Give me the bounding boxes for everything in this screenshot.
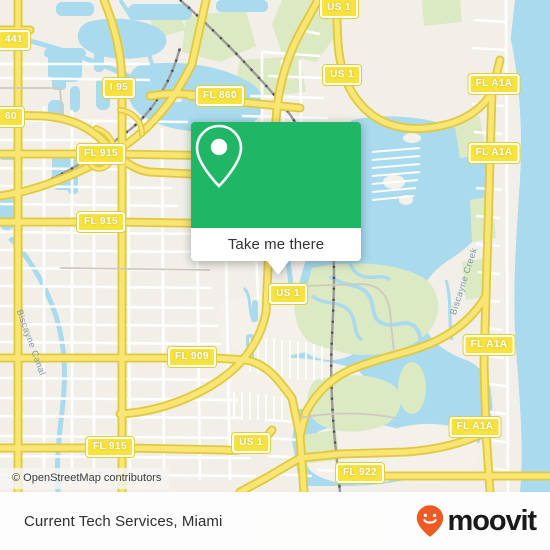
road-shield: 441 — [0, 30, 30, 50]
footer-bar: Current Tech Services, Miami moovit — [0, 492, 550, 550]
place-title: Current Tech Services, Miami — [24, 512, 223, 530]
road-shield: 60 — [0, 107, 24, 127]
road-shield: FL 915 — [77, 144, 125, 164]
map-screenshot: 441 I 95 FL 860 60 US 1 US 1 FL A1A FL 915 FL A1… — [0, 0, 550, 550]
map-canvas[interactable]: 441 I 95 FL 860 60 US 1 US 1 FL A1A FL 915 FL A1… — [0, 0, 550, 492]
road-shield: FL 915 — [77, 212, 125, 232]
callout-footer[interactable]: Take me there — [191, 228, 361, 261]
road-shield: FL A1A — [468, 143, 520, 163]
take-me-there-label: Take me there — [227, 236, 325, 253]
road-shield: FL 915 — [86, 437, 134, 457]
road-shield: FL 922 — [336, 463, 384, 483]
osm-attribution[interactable]: © OpenStreetMap contributors — [0, 468, 170, 489]
location-callout-card[interactable]: Take me there — [191, 122, 361, 275]
road-shield: I 95 — [102, 78, 136, 98]
road-shield: FL A1A — [463, 335, 515, 355]
moovit-wordmark: moovit — [447, 504, 538, 537]
road-shield: FL A1A — [468, 74, 520, 94]
road-shield: FL 860 — [196, 86, 244, 106]
callout-pointer — [267, 261, 289, 275]
road-shield: FL 909 — [168, 347, 216, 367]
callout-header — [191, 122, 361, 228]
road-shield: US 1 — [323, 65, 361, 85]
road-shield: FL A1A — [449, 417, 501, 437]
map-pin-icon — [195, 124, 243, 188]
road-shield: US 1 — [232, 433, 270, 453]
road-shield: US 1 — [320, 0, 358, 18]
moovit-logo[interactable]: moovit — [415, 504, 538, 538]
road-shield: US 1 — [269, 284, 307, 304]
moovit-smiling-pin-icon — [416, 505, 443, 537]
